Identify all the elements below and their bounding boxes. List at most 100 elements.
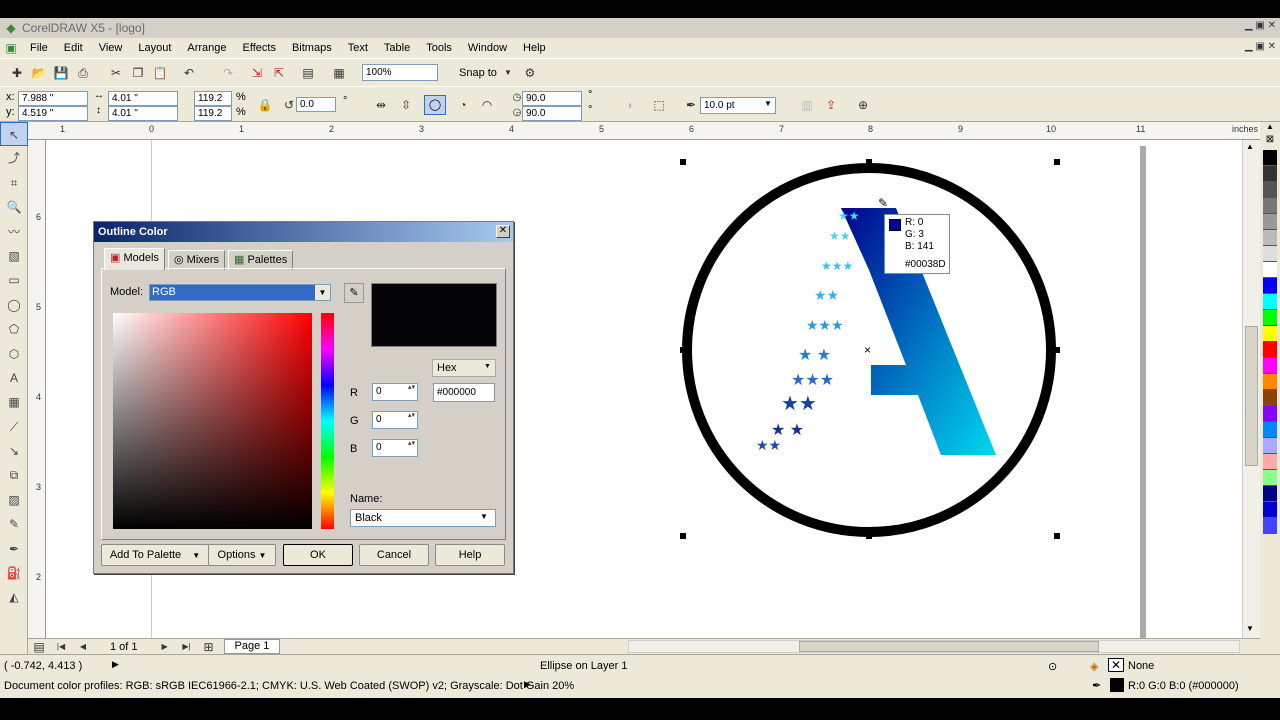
dialog-title-bar[interactable]: Outline Color ✕ xyxy=(94,222,513,242)
width-field[interactable]: 4.01 " xyxy=(108,91,178,106)
first-page-icon[interactable]: |◀ xyxy=(53,639,69,655)
mirror-vertical-icon[interactable]: ⇳ xyxy=(398,97,414,113)
options-button[interactable]: Options ▼ xyxy=(208,544,276,566)
help-button[interactable]: Help xyxy=(435,544,505,566)
direction-icon[interactable]: ◑ xyxy=(621,97,637,113)
ok-button[interactable]: OK xyxy=(283,544,353,566)
welcome-screen-icon[interactable]: ▦ xyxy=(331,65,347,81)
redo-icon[interactable]: ↷ xyxy=(220,65,236,81)
palette-swatch[interactable] xyxy=(1263,326,1277,342)
zoom-level-select[interactable]: 100% xyxy=(362,64,438,81)
color-profiles[interactable]: Document color profiles: RGB: sRGB IEC61… xyxy=(4,680,574,692)
mirror-horizontal-icon[interactable]: ⇹ xyxy=(373,97,389,113)
add-to-palette-button[interactable]: Add To Palette ▼ xyxy=(101,544,209,566)
status-menu-icon[interactable]: ▶ xyxy=(112,659,119,670)
cut-icon[interactable]: ✂ xyxy=(108,65,124,81)
print-icon[interactable]: ⎙ xyxy=(75,65,91,81)
vertical-ruler[interactable]: 6 5 4 3 2 xyxy=(28,140,46,638)
import-icon[interactable]: ⇲ xyxy=(249,65,265,81)
fill-none-swatch[interactable]: ✕ xyxy=(1108,658,1124,672)
tab-mixers[interactable]: ◎ Mixers xyxy=(168,250,226,270)
menu-tools[interactable]: Tools xyxy=(418,38,460,58)
snap-dropdown-icon[interactable]: ▼ xyxy=(500,65,516,81)
export-icon[interactable]: ⇱ xyxy=(271,65,287,81)
scale-y-field[interactable]: 119.2 xyxy=(194,106,232,121)
add-palette-dropdown-icon[interactable]: ▼ xyxy=(192,551,200,560)
crop-tool-icon[interactable]: ⌗ xyxy=(0,171,28,195)
palette-swatch[interactable] xyxy=(1263,390,1277,406)
ellipse-mode-icon[interactable]: ◯ xyxy=(424,95,446,115)
shape-tool-icon[interactable]: ⤴ xyxy=(0,146,28,170)
palette-swatch[interactable] xyxy=(1263,278,1277,294)
wrap-text-icon[interactable]: ▥ xyxy=(799,97,815,113)
snap-status-icon[interactable]: ⊙ xyxy=(1048,660,1057,673)
application-launcher-icon[interactable]: ▤ xyxy=(300,65,316,81)
model-dropdown-icon[interactable]: ▼ xyxy=(315,285,330,300)
text-tool-icon[interactable]: A xyxy=(0,366,28,390)
doc-window-controls[interactable]: ▁ ▣ ✕ xyxy=(1245,41,1276,52)
palette-swatch[interactable] xyxy=(1263,182,1277,198)
menu-text[interactable]: Text xyxy=(340,38,376,58)
save-icon[interactable]: 💾 xyxy=(53,65,69,81)
connector-tool-icon[interactable]: ↘ xyxy=(0,439,28,463)
menu-effects[interactable]: Effects xyxy=(235,38,284,58)
eyedropper-tool-icon[interactable]: ✎ xyxy=(0,512,28,536)
fill-tool-icon[interactable]: ⛽ xyxy=(0,561,28,585)
horizontal-ruler[interactable]: 1 0 1 2 3 4 5 6 7 8 9 10 11 inches xyxy=(28,122,1260,140)
table-tool-icon[interactable]: ▦ xyxy=(0,390,28,414)
y-position-field[interactable]: 4.519 " xyxy=(18,106,88,121)
arc-mode-icon[interactable]: ◠ xyxy=(479,97,495,113)
palette-swatch[interactable] xyxy=(1263,438,1277,454)
b-value-field[interactable]: 0 xyxy=(372,439,418,457)
scroll-down-icon[interactable]: ▼ xyxy=(1246,624,1254,633)
vertical-scrollbar[interactable]: ▲ ▼ xyxy=(1242,140,1260,638)
undo-icon[interactable]: ↶ xyxy=(181,65,197,81)
ellipse-tool-icon[interactable]: ◯ xyxy=(0,293,28,317)
tab-palettes[interactable]: ▦ Palettes xyxy=(228,250,294,270)
window-controls[interactable]: ▁ ▣ ✕ xyxy=(1245,20,1276,31)
palette-swatch[interactable] xyxy=(1263,470,1277,486)
palette-swatch[interactable] xyxy=(1263,246,1277,262)
menu-edit[interactable]: Edit xyxy=(56,38,91,58)
palette-swatch[interactable] xyxy=(1263,358,1277,374)
menu-bitmaps[interactable]: Bitmaps xyxy=(284,38,340,58)
scale-x-field[interactable]: 119.2 xyxy=(194,91,232,106)
outline-pen-tool-icon[interactable]: ✒ xyxy=(0,537,28,561)
rotate-icon[interactable]: ↺ xyxy=(281,97,297,113)
profiles-arrow-icon[interactable]: ▶ xyxy=(524,679,531,690)
palette-swatch[interactable] xyxy=(1263,406,1277,422)
palette-swatch[interactable] xyxy=(1263,198,1277,214)
outline-dropdown-icon[interactable]: ▼ xyxy=(764,99,772,108)
format-dropdown-icon[interactable]: ▼ xyxy=(484,363,491,370)
menu-table[interactable]: Table xyxy=(376,38,418,58)
r-value-field[interactable]: 0 xyxy=(372,383,418,401)
dimension-tool-icon[interactable]: ⟋ xyxy=(0,415,28,439)
pie-mode-icon[interactable]: ◔ xyxy=(455,97,471,113)
next-page-icon[interactable]: ▶ xyxy=(157,639,173,655)
blend-tool-icon[interactable]: ⧉ xyxy=(0,463,28,487)
hue-slider[interactable] xyxy=(321,313,334,529)
scroll-up-icon[interactable]: ▲ xyxy=(1246,142,1254,151)
paste-icon[interactable]: 📋 xyxy=(152,65,168,81)
new-icon[interactable]: ✚ xyxy=(9,65,25,81)
palette-swatch[interactable] xyxy=(1263,230,1277,246)
lock-ratio-icon[interactable]: 🔒 xyxy=(257,97,273,113)
color-palette[interactable]: ▲ ⊠ xyxy=(1260,122,1280,654)
convert-to-curves-icon[interactable]: ⬚ xyxy=(651,97,667,113)
last-page-icon[interactable]: ▶| xyxy=(179,639,195,655)
page-layout-icon[interactable]: ▤ xyxy=(31,639,47,655)
palette-swatch[interactable] xyxy=(1263,262,1277,278)
prev-page-icon[interactable]: ◀ xyxy=(75,639,91,655)
menu-window[interactable]: Window xyxy=(460,38,515,58)
snap-to-button[interactable]: Snap to xyxy=(459,67,497,79)
palette-swatch[interactable] xyxy=(1263,518,1277,534)
page-tab[interactable]: Page 1 xyxy=(223,639,281,654)
add-page-icon[interactable]: ⊞ xyxy=(201,639,217,655)
eyedropper-icon[interactable]: ✎ xyxy=(344,283,364,303)
copy-icon[interactable]: ❐ xyxy=(130,65,146,81)
zoom-tool-icon[interactable]: 🔍 xyxy=(0,195,28,219)
palette-swatches[interactable] xyxy=(1260,150,1280,534)
palette-swatch[interactable] xyxy=(1263,166,1277,182)
palette-swatch[interactable] xyxy=(1263,214,1277,230)
quick-customize-icon[interactable]: ⊕ xyxy=(855,97,871,113)
